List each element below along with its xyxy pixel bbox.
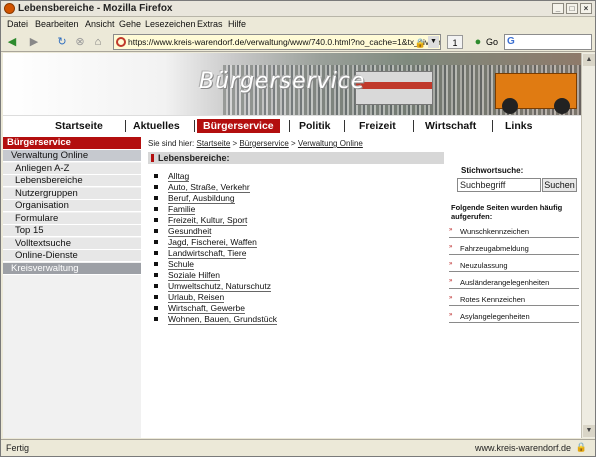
unimog-photo bbox=[495, 73, 577, 114]
arrow-icon: » bbox=[449, 295, 453, 301]
sidebar-item-online-dienste[interactable]: Online-Dienste bbox=[3, 250, 141, 262]
search-engine-field[interactable]: G bbox=[504, 34, 592, 50]
search-button[interactable]: Suchen bbox=[542, 178, 577, 192]
nav-buergerservice[interactable]: Bürgerservice bbox=[197, 119, 280, 133]
sidebar-item-organisation[interactable]: Organisation bbox=[3, 200, 141, 212]
vertical-scrollbar[interactable]: ▲ ▼ bbox=[581, 53, 595, 438]
sidebar-item-nutzergruppen[interactable]: Nutzergruppen bbox=[3, 187, 141, 200]
status-text: Fertig bbox=[6, 443, 30, 453]
breadcrumb-separator: > bbox=[291, 139, 296, 148]
sidebar-item-kreisverwaltung[interactable]: Kreisverwaltung bbox=[3, 262, 141, 275]
breadcrumb: Sie sind hier: Startseite > Bürgerservic… bbox=[148, 139, 363, 148]
sidebar-item-verwaltung-online[interactable]: Verwaltung Online bbox=[3, 150, 141, 162]
fire-truck-photo bbox=[355, 71, 433, 105]
main-content: Sie sind hier: Startseite > Bürgerservic… bbox=[146, 137, 444, 438]
right-column: Stichwortsuche: Suchbegriff Suchen Folge… bbox=[449, 137, 581, 438]
nav-links[interactable]: Links bbox=[499, 119, 538, 133]
menu-bar: Datei Bearbeiten Ansicht Gehe Lesezeiche… bbox=[1, 18, 595, 31]
menu-bearbeiten[interactable]: Bearbeiten bbox=[35, 19, 79, 29]
url-text: https://www.kreis-warendorf.de/verwaltun… bbox=[128, 37, 441, 47]
title-bar: Lebensbereiche - Mozilla Firefox _ □ × bbox=[1, 1, 595, 17]
main-navigation: Startseite Aktuelles Bürgerservice Polit… bbox=[3, 115, 581, 135]
nav-wirtschaft[interactable]: Wirtschaft bbox=[419, 119, 482, 133]
forward-arrow-icon[interactable]: ▶ bbox=[27, 35, 41, 49]
arrow-icon: » bbox=[449, 312, 453, 318]
navigation-toolbar: ◀ ▶ ↻ ⊗ ⌂ https://www.kreis-warendorf.de… bbox=[1, 32, 595, 52]
menu-ansicht[interactable]: Ansicht bbox=[85, 19, 115, 29]
sidebar-item-top15[interactable]: Top 15 bbox=[3, 225, 141, 237]
maximize-button[interactable]: □ bbox=[566, 3, 578, 14]
section-title: Lebensbereiche: bbox=[158, 153, 230, 163]
firefox-icon bbox=[4, 3, 15, 14]
status-bar: Fertig www.kreis-warendorf.de 🔒 bbox=[1, 439, 595, 456]
quick-link-auslaenderangelegenheiten[interactable]: » Ausländerangelegenheiten bbox=[449, 277, 579, 289]
reload-icon[interactable]: ↻ bbox=[55, 35, 69, 49]
search-label: Stichwortsuche: bbox=[461, 166, 524, 175]
breadcrumb-buergerservice[interactable]: Bürgerservice bbox=[239, 139, 288, 148]
arrow-icon: » bbox=[449, 227, 453, 233]
window-title: Lebensbereiche - Mozilla Firefox bbox=[18, 3, 173, 14]
nav-freizeit[interactable]: Freizeit bbox=[353, 119, 402, 133]
quick-link-rotes-kennzeichen[interactable]: » Rotes Kennzeichen bbox=[449, 294, 579, 306]
quick-link-asylangelegenheiten[interactable]: » Asylangelegenheiten bbox=[449, 311, 579, 323]
breadcrumb-separator: > bbox=[232, 139, 238, 148]
sidebar-item-formulare[interactable]: Formulare bbox=[3, 212, 141, 225]
page-viewport: Bürgerservice Startseite Aktuelles Bürge… bbox=[3, 53, 581, 438]
sidebar: Bürgerservice Verwaltung Online Anliegen… bbox=[3, 137, 141, 438]
go-icon[interactable]: ● bbox=[471, 35, 485, 49]
quick-link-fahrzeugabmeldung[interactable]: » Fahrzeugabmeldung bbox=[449, 243, 579, 255]
sidebar-item-volltextsuche[interactable]: Volltextsuche bbox=[3, 237, 141, 250]
arrow-icon: » bbox=[449, 244, 453, 250]
menu-extras[interactable]: Extras bbox=[197, 19, 223, 29]
menu-gehe[interactable]: Gehe bbox=[119, 19, 141, 29]
breadcrumb-verwaltung-online[interactable]: Verwaltung Online bbox=[298, 139, 363, 148]
arrow-icon: » bbox=[449, 261, 453, 267]
heading-marker bbox=[151, 154, 154, 162]
back-arrow-icon[interactable]: ◀ bbox=[5, 35, 19, 49]
url-field[interactable]: https://www.kreis-warendorf.de/verwaltun… bbox=[113, 34, 441, 50]
menu-hilfe[interactable]: Hilfe bbox=[228, 19, 246, 29]
breadcrumb-prefix: Sie sind hier: bbox=[148, 139, 195, 148]
menu-lesezeichen[interactable]: Lesezeichen bbox=[145, 19, 196, 29]
nav-aktuelles[interactable]: Aktuelles bbox=[127, 119, 186, 133]
browser-window: Lebensbereiche - Mozilla Firefox _ □ × D… bbox=[0, 0, 596, 457]
bookmark-counter-icon[interactable]: 1 bbox=[447, 35, 463, 49]
google-icon: G bbox=[507, 36, 515, 47]
breadcrumb-startseite[interactable]: Startseite bbox=[196, 139, 230, 148]
menu-datei[interactable]: Datei bbox=[7, 19, 28, 29]
header-banner: Bürgerservice bbox=[3, 53, 581, 115]
secure-lock-icon: 🔒 bbox=[575, 442, 587, 452]
sidebar-heading[interactable]: Bürgerservice bbox=[3, 137, 141, 150]
go-label[interactable]: Go bbox=[486, 37, 498, 47]
frequent-heading: Folgende Seiten wurden häufig aufgerufen… bbox=[451, 203, 563, 221]
nav-startseite[interactable]: Startseite bbox=[49, 119, 109, 133]
arrow-icon: » bbox=[449, 278, 453, 284]
scroll-down-icon[interactable]: ▼ bbox=[583, 425, 595, 437]
close-button[interactable]: × bbox=[580, 3, 592, 14]
nav-politik[interactable]: Politik bbox=[293, 119, 337, 133]
quick-link-neuzulassung[interactable]: » Neuzulassung bbox=[449, 260, 579, 272]
banner-title: Bürgerservice bbox=[199, 69, 366, 94]
home-icon[interactable]: ⌂ bbox=[91, 35, 105, 49]
stop-icon[interactable]: ⊗ bbox=[73, 35, 87, 49]
minimize-button[interactable]: _ bbox=[552, 3, 564, 14]
url-dropdown-icon[interactable]: ▼ bbox=[428, 36, 439, 48]
site-favicon-icon bbox=[116, 37, 126, 47]
lock-icon: 🔒 bbox=[414, 38, 426, 48]
sidebar-item-anliegen[interactable]: Anliegen A-Z bbox=[3, 162, 141, 175]
quick-link-wunschkennzeichen[interactable]: » Wunschkennzeichen bbox=[449, 226, 579, 238]
sidebar-item-lebensbereiche[interactable]: Lebensbereiche bbox=[3, 175, 141, 187]
section-heading: Lebensbereiche: bbox=[148, 152, 444, 164]
status-domain: www.kreis-warendorf.de bbox=[474, 443, 571, 453]
search-input[interactable]: Suchbegriff bbox=[457, 178, 541, 192]
scroll-up-icon[interactable]: ▲ bbox=[583, 54, 595, 66]
